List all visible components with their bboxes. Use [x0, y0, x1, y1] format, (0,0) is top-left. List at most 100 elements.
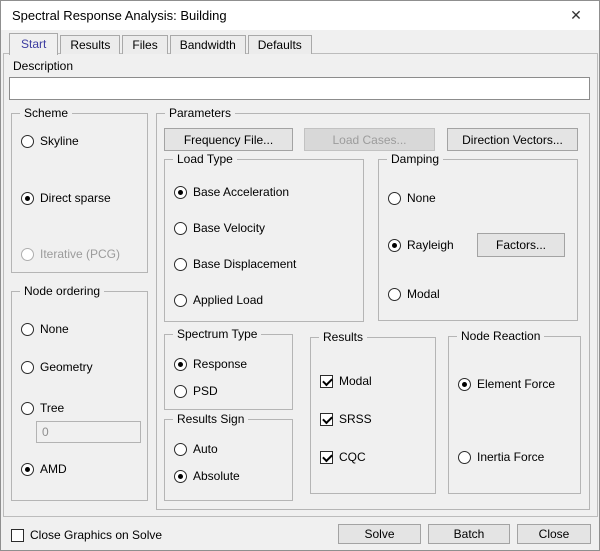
solve-button[interactable]: Solve — [338, 524, 421, 544]
radio-label: Tree — [40, 401, 64, 415]
radio-rayleigh[interactable]: Rayleigh — [388, 236, 454, 254]
checkbox-modal[interactable]: Modal — [320, 372, 372, 390]
results-group-label: Results — [319, 330, 367, 344]
radio-damping-modal[interactable]: Modal — [388, 285, 440, 303]
radio-element-force[interactable]: Element Force — [458, 375, 555, 393]
radio-label: None — [407, 191, 436, 205]
radio-indicator — [174, 470, 187, 483]
radio-indicator — [21, 361, 34, 374]
radio-indicator — [174, 443, 187, 456]
radio-label: Base Displacement — [193, 257, 296, 271]
radio-indicator — [174, 385, 187, 398]
tab-bandwidth[interactable]: Bandwidth — [170, 35, 246, 54]
radio-amd[interactable]: AMD — [21, 460, 67, 478]
frequency-file-button[interactable]: Frequency File... — [164, 128, 293, 151]
checkbox-indicator — [320, 413, 333, 426]
radio-tree[interactable]: Tree — [21, 399, 64, 417]
titlebar: Spectral Response Analysis: Building ✕ — [1, 1, 599, 30]
checkbox-label: Close Graphics on Solve — [30, 528, 162, 542]
radio-label: Base Acceleration — [193, 185, 289, 199]
radio-label: PSD — [193, 384, 218, 398]
radio-auto[interactable]: Auto — [174, 440, 218, 458]
radio-label: Applied Load — [193, 293, 263, 307]
radio-geometry[interactable]: Geometry — [21, 358, 93, 376]
radio-indicator — [174, 358, 187, 371]
checkbox-close-graphics-on-solve[interactable]: Close Graphics on Solve — [11, 526, 162, 544]
node-reaction-group-label: Node Reaction — [457, 329, 544, 343]
tab-files[interactable]: Files — [122, 35, 167, 54]
radio-indicator — [388, 288, 401, 301]
parameters-group-label: Parameters — [165, 106, 235, 120]
radio-label: Element Force — [477, 377, 555, 391]
node-ordering-group-label: Node ordering — [20, 284, 104, 298]
radio-indicator — [21, 402, 34, 415]
tab-results[interactable]: Results — [60, 35, 120, 54]
scheme-group-label: Scheme — [20, 106, 72, 120]
radio-node-ordering-none[interactable]: None — [21, 320, 69, 338]
radio-indicator — [174, 258, 187, 271]
close-button[interactable]: Close — [517, 524, 591, 544]
spectrum-type-group-label: Spectrum Type — [173, 327, 261, 341]
checkbox-label: CQC — [339, 450, 366, 464]
radio-base-acceleration[interactable]: Base Acceleration — [174, 183, 289, 201]
radio-applied-load[interactable]: Applied Load — [174, 291, 263, 309]
checkbox-label: Modal — [339, 374, 372, 388]
results-sign-group-label: Results Sign — [173, 412, 248, 426]
damping-group-label: Damping — [387, 152, 443, 166]
radio-indicator — [21, 323, 34, 336]
radio-label: Auto — [193, 442, 218, 456]
radio-label: Modal — [407, 287, 440, 301]
checkbox-cqc[interactable]: CQC — [320, 448, 366, 466]
radio-indicator — [21, 463, 34, 476]
tab-start[interactable]: Start — [9, 33, 58, 55]
radio-label: Rayleigh — [407, 238, 454, 252]
radio-label: Skyline — [40, 134, 79, 148]
radio-indicator — [458, 451, 471, 464]
radio-direct-sparse[interactable]: Direct sparse — [21, 189, 111, 207]
radio-iterative-pcg: Iterative (PCG) — [21, 245, 120, 263]
radio-indicator — [174, 294, 187, 307]
radio-base-displacement[interactable]: Base Displacement — [174, 255, 296, 273]
radio-indicator — [388, 239, 401, 252]
radio-psd[interactable]: PSD — [174, 382, 218, 400]
radio-indicator — [458, 378, 471, 391]
radio-label: AMD — [40, 462, 67, 476]
radio-response[interactable]: Response — [174, 355, 247, 373]
radio-label: Absolute — [193, 469, 240, 483]
load-type-group-label: Load Type — [173, 152, 237, 166]
radio-absolute[interactable]: Absolute — [174, 467, 240, 485]
factors-button[interactable]: Factors... — [477, 233, 565, 257]
radio-indicator — [174, 186, 187, 199]
direction-vectors-button[interactable]: Direction Vectors... — [447, 128, 578, 151]
radio-skyline[interactable]: Skyline — [21, 132, 79, 150]
radio-label: Geometry — [40, 360, 93, 374]
radio-indicator — [21, 192, 34, 205]
radio-damping-none[interactable]: None — [388, 189, 436, 207]
radio-inertia-force[interactable]: Inertia Force — [458, 448, 544, 466]
radio-indicator — [21, 248, 34, 261]
radio-label: Direct sparse — [40, 191, 111, 205]
close-icon[interactable]: ✕ — [555, 2, 597, 29]
radio-indicator — [388, 192, 401, 205]
radio-label: None — [40, 322, 69, 336]
checkbox-label: SRSS — [339, 412, 372, 426]
radio-label: Iterative (PCG) — [40, 247, 120, 261]
tab-defaults[interactable]: Defaults — [248, 35, 312, 54]
checkbox-indicator — [320, 451, 333, 464]
load-cases-button: Load Cases... — [304, 128, 435, 151]
radio-label: Response — [193, 357, 247, 371]
radio-base-velocity[interactable]: Base Velocity — [174, 219, 265, 237]
checkbox-indicator — [11, 529, 24, 542]
node-reaction-group: Node Reaction — [448, 336, 581, 494]
radio-indicator — [21, 135, 34, 148]
dialog-title: Spectral Response Analysis: Building — [12, 8, 227, 23]
batch-button[interactable]: Batch — [428, 524, 510, 544]
description-input[interactable] — [9, 77, 590, 100]
radio-label: Base Velocity — [193, 221, 265, 235]
radio-label: Inertia Force — [477, 450, 544, 464]
dialog-spectral-response-analysis: Spectral Response Analysis: Building ✕ S… — [0, 0, 600, 551]
checkbox-indicator — [320, 375, 333, 388]
checkbox-srss[interactable]: SRSS — [320, 410, 372, 428]
radio-indicator — [174, 222, 187, 235]
description-label: Description — [13, 59, 73, 73]
